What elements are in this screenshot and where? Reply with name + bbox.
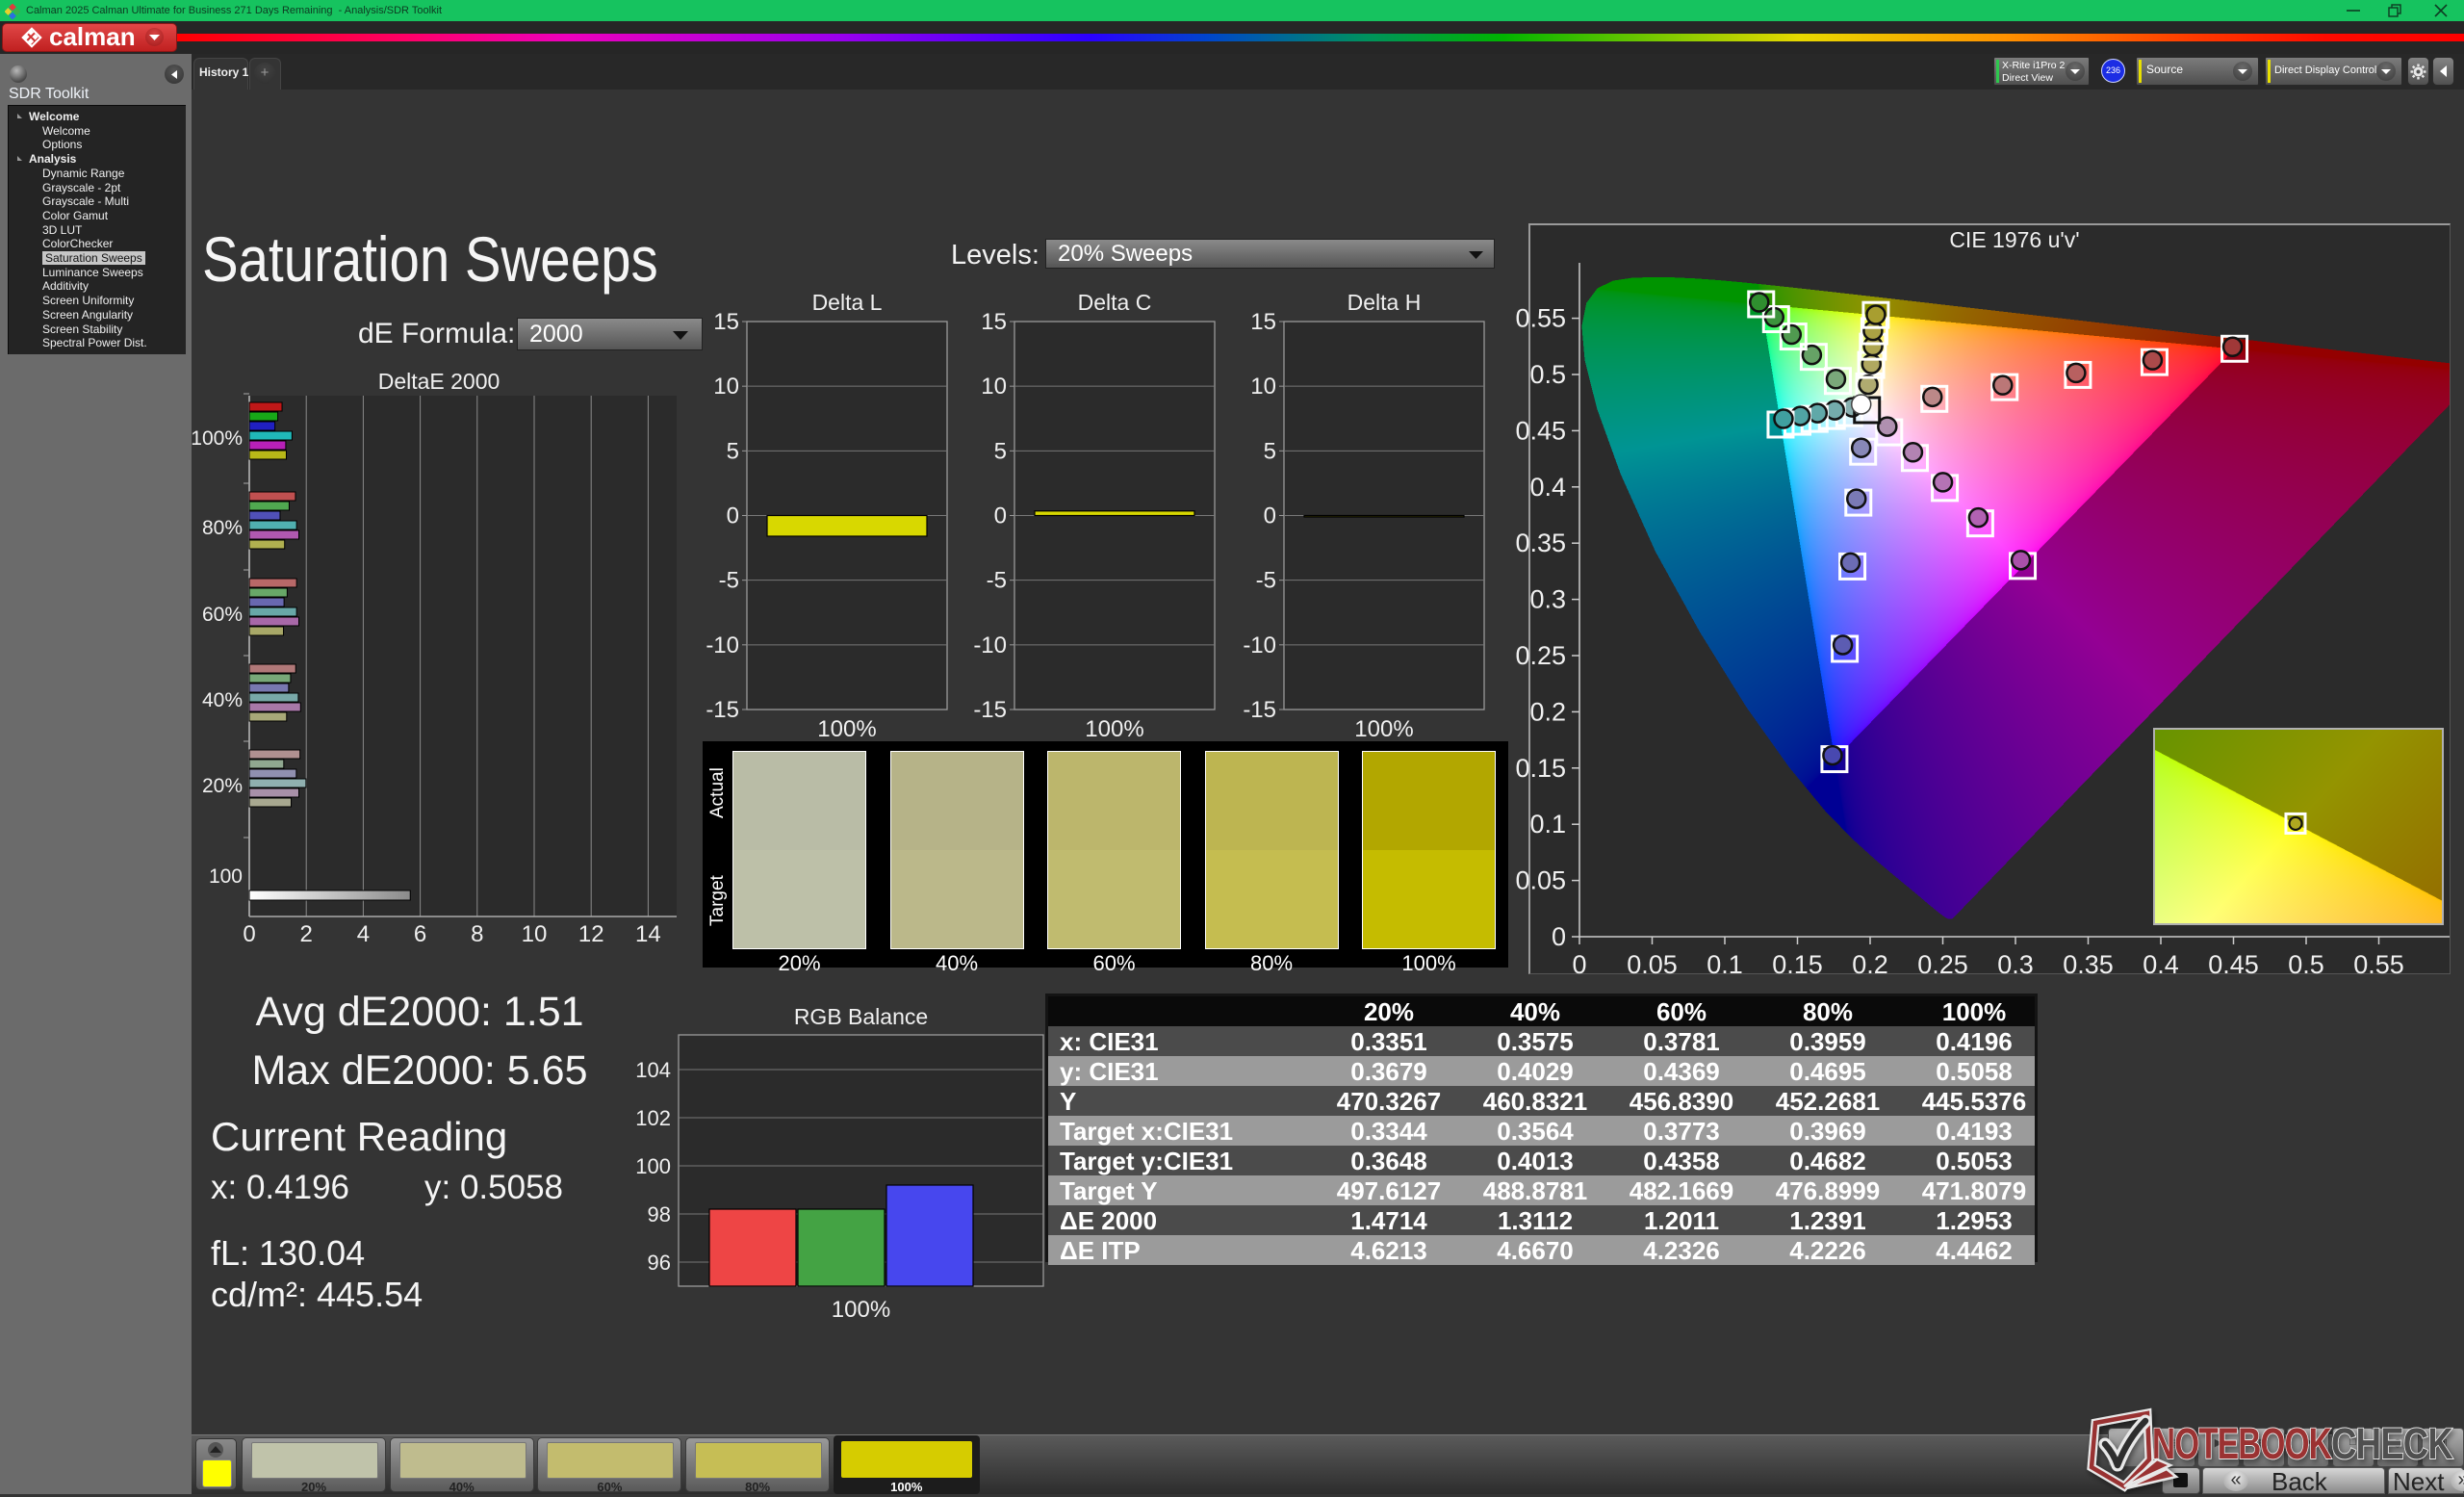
svg-text:0.05: 0.05 xyxy=(1627,950,1678,979)
svg-text:102: 102 xyxy=(635,1106,671,1130)
svg-text:0.3: 0.3 xyxy=(1997,950,2034,979)
svg-text:0.55: 0.55 xyxy=(1515,304,1566,333)
svg-text:96: 96 xyxy=(648,1251,671,1275)
svg-text:100%: 100% xyxy=(1354,716,1413,742)
svg-text:0.05: 0.05 xyxy=(1515,866,1566,895)
svg-text:0.35: 0.35 xyxy=(1515,529,1566,557)
svg-text:-15: -15 xyxy=(1243,697,1276,723)
svg-text:98: 98 xyxy=(648,1202,671,1226)
svg-text:0.1: 0.1 xyxy=(1707,950,1743,979)
svg-text:0.45: 0.45 xyxy=(2208,950,2259,979)
svg-text:0.4: 0.4 xyxy=(1529,473,1566,502)
svg-text:100: 100 xyxy=(635,1154,671,1178)
svg-text:100%: 100% xyxy=(832,1297,890,1323)
svg-text:0: 0 xyxy=(1572,950,1586,979)
svg-text:0.35: 0.35 xyxy=(2063,950,2114,979)
svg-text:0.55: 0.55 xyxy=(2353,950,2404,979)
svg-text:0.4: 0.4 xyxy=(2143,950,2179,979)
svg-text:0.5: 0.5 xyxy=(2288,950,2324,979)
svg-text:Delta H: Delta H xyxy=(1348,290,1422,315)
svg-text:5: 5 xyxy=(1264,438,1276,464)
svg-text:15: 15 xyxy=(1250,309,1276,335)
svg-text:0.5: 0.5 xyxy=(1529,360,1566,389)
svg-text:0: 0 xyxy=(1552,922,1566,951)
svg-text:NOTEBOOK: NOTEBOOK xyxy=(2152,1419,2332,1468)
svg-text:0.2: 0.2 xyxy=(1529,697,1566,726)
svg-text:0.3: 0.3 xyxy=(1529,585,1566,614)
svg-text:0.15: 0.15 xyxy=(1772,950,1823,979)
svg-text:0.25: 0.25 xyxy=(1917,950,1968,979)
svg-text:0.25: 0.25 xyxy=(1515,641,1566,670)
svg-text:0.45: 0.45 xyxy=(1515,416,1566,445)
svg-text:0: 0 xyxy=(1264,503,1276,529)
svg-text:0.2: 0.2 xyxy=(1852,950,1888,979)
svg-text:0.15: 0.15 xyxy=(1515,754,1566,783)
svg-text:0.1: 0.1 xyxy=(1529,810,1566,839)
svg-text:104: 104 xyxy=(635,1058,671,1082)
svg-text:-5: -5 xyxy=(1256,568,1276,594)
svg-text:CHECK: CHECK xyxy=(2331,1419,2453,1468)
svg-text:-10: -10 xyxy=(1243,632,1276,658)
svg-text:10: 10 xyxy=(1250,374,1276,400)
svg-text:RGB Balance: RGB Balance xyxy=(794,1004,928,1029)
